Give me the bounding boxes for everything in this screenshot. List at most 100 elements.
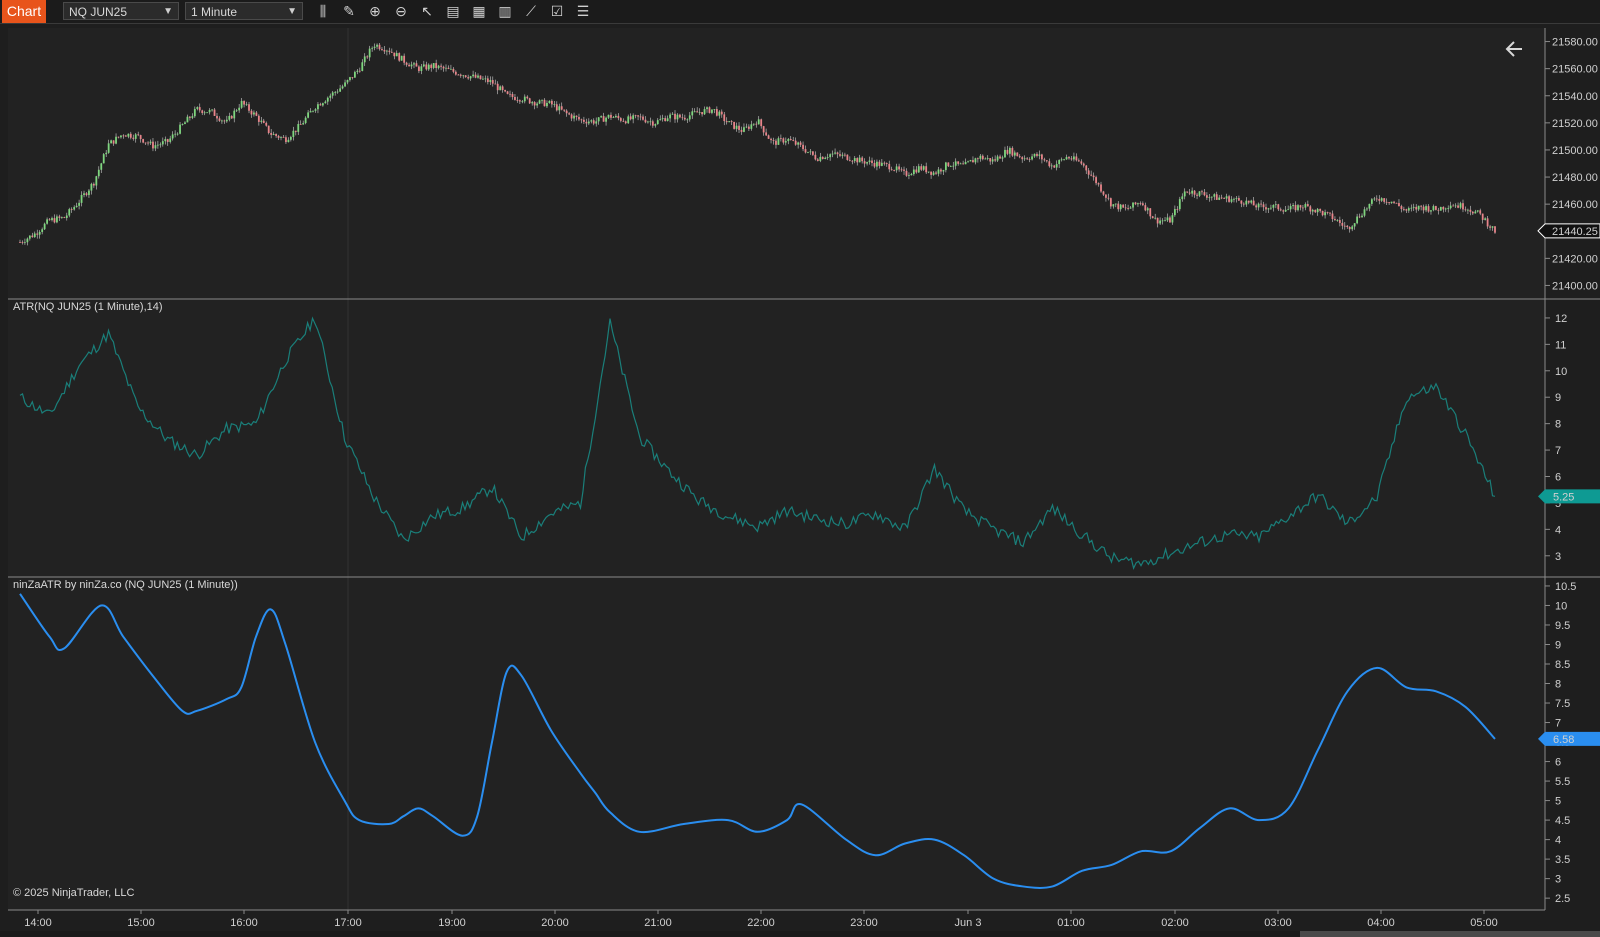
candle-body — [1385, 201, 1388, 203]
candle-body — [1250, 200, 1253, 203]
x-tick-label: 17:00 — [334, 917, 362, 929]
candle-body — [632, 115, 635, 120]
candle-body — [1139, 203, 1142, 204]
candle-body — [341, 86, 344, 89]
strategy-icon[interactable]: ▦ — [470, 3, 488, 20]
interval-select[interactable]: 1 Minute ▼ — [185, 2, 303, 20]
candle-body — [467, 77, 470, 79]
candle-body — [134, 134, 137, 139]
candle-body — [720, 111, 723, 115]
candle-body — [954, 161, 957, 166]
candle-body — [1272, 204, 1275, 208]
candle-body — [570, 114, 573, 119]
candle-body — [1422, 206, 1425, 211]
candle-body — [555, 104, 558, 111]
candle-body — [156, 144, 159, 146]
candle-body — [408, 64, 410, 67]
candle-body — [257, 115, 260, 122]
candle-body — [969, 160, 972, 162]
candle-body — [1400, 206, 1403, 210]
candle-body — [1316, 208, 1319, 213]
candle-body — [1311, 209, 1314, 212]
x-tick-label: 02:00 — [1161, 917, 1189, 929]
candle-body — [48, 219, 51, 221]
candle-body — [1459, 203, 1462, 208]
indicator-tick-label: 6 — [1555, 757, 1561, 769]
pointer-icon[interactable]: ↖ — [418, 3, 436, 20]
candle-body — [706, 107, 708, 110]
candle-body — [1082, 163, 1085, 166]
candle-body — [563, 109, 566, 111]
candle-body — [1077, 160, 1080, 162]
price-tick-label: 21560.00 — [1552, 64, 1598, 76]
candle-body — [484, 78, 487, 80]
x-tick-label: 03:00 — [1264, 917, 1292, 929]
candle-body — [105, 152, 108, 155]
candle-body — [809, 151, 812, 153]
scrollbar-thumb[interactable] — [1300, 931, 1600, 937]
candle-body — [903, 169, 905, 171]
candle-body — [1402, 209, 1405, 210]
candle-body — [1132, 202, 1134, 208]
candle-body — [60, 217, 63, 218]
candle-body — [161, 141, 164, 145]
candle-body — [1476, 210, 1479, 212]
candle-body — [1205, 195, 1208, 198]
bar-type-icon[interactable]: ⫼ — [314, 3, 332, 20]
candle-body — [592, 120, 595, 124]
candle-body — [550, 100, 553, 105]
candle-body — [1073, 156, 1075, 160]
candle-body — [390, 51, 393, 53]
candle-body — [1274, 204, 1277, 206]
candle-body — [297, 124, 300, 132]
candle-body — [272, 133, 275, 135]
candle-body — [944, 162, 947, 171]
candle-body — [191, 116, 194, 118]
candle-body — [1245, 200, 1248, 205]
drawing-pencil-icon[interactable]: ✎ — [340, 3, 358, 20]
candle-body — [1314, 209, 1317, 213]
candle-body — [723, 114, 726, 122]
candle-body — [1102, 191, 1105, 195]
candle-body — [1309, 206, 1312, 212]
zoom-out-icon[interactable]: ⊖ — [392, 3, 410, 20]
candle-body — [1378, 199, 1381, 201]
candle-body — [395, 53, 398, 57]
candle-body — [767, 135, 770, 139]
candle-body — [765, 132, 768, 136]
instrument-select[interactable]: NQ JUN25 ▼ — [63, 2, 179, 20]
candle-body — [1191, 190, 1194, 194]
candle-body — [824, 157, 827, 160]
chart-tab[interactable]: Chart — [2, 0, 46, 23]
properties-icon[interactable]: ☑ — [548, 3, 566, 20]
chart-trader-icon[interactable]: ▥ — [496, 3, 514, 20]
indicator-tick-label: 9 — [1555, 639, 1561, 651]
candle-body — [319, 104, 322, 106]
data-box-icon[interactable]: ▤ — [444, 3, 462, 20]
candle-body — [53, 218, 56, 223]
candle-body — [792, 140, 795, 141]
x-tick-label: 16:00 — [230, 917, 258, 929]
candle-body — [203, 112, 206, 114]
candle-body — [213, 109, 216, 116]
candle-body — [755, 123, 758, 125]
chart-area[interactable]: 21580.00 21560.00 21540.00 21520.00 21500.00… — [0, 24, 1600, 937]
candle-body — [21, 242, 24, 243]
candle-body — [676, 114, 679, 120]
candle-body — [1435, 206, 1437, 210]
indicator-tick-label: 10 — [1555, 366, 1567, 378]
price-tick-label: 21580.00 — [1552, 37, 1598, 49]
candle-body — [1486, 218, 1489, 227]
candle-body — [1417, 205, 1420, 210]
candle-body — [260, 120, 263, 122]
candle-body — [1203, 192, 1206, 196]
candle-body — [321, 103, 324, 106]
templates-icon[interactable]: ☰ — [574, 3, 592, 20]
zoom-in-icon[interactable]: ⊕ — [366, 3, 384, 20]
candle-body — [1075, 156, 1078, 161]
candle-body — [1331, 213, 1334, 220]
candle-body — [1038, 154, 1041, 156]
candle-body — [193, 108, 196, 117]
candle-body — [1107, 197, 1110, 199]
indicators-icon[interactable]: ⟋ — [522, 3, 540, 20]
